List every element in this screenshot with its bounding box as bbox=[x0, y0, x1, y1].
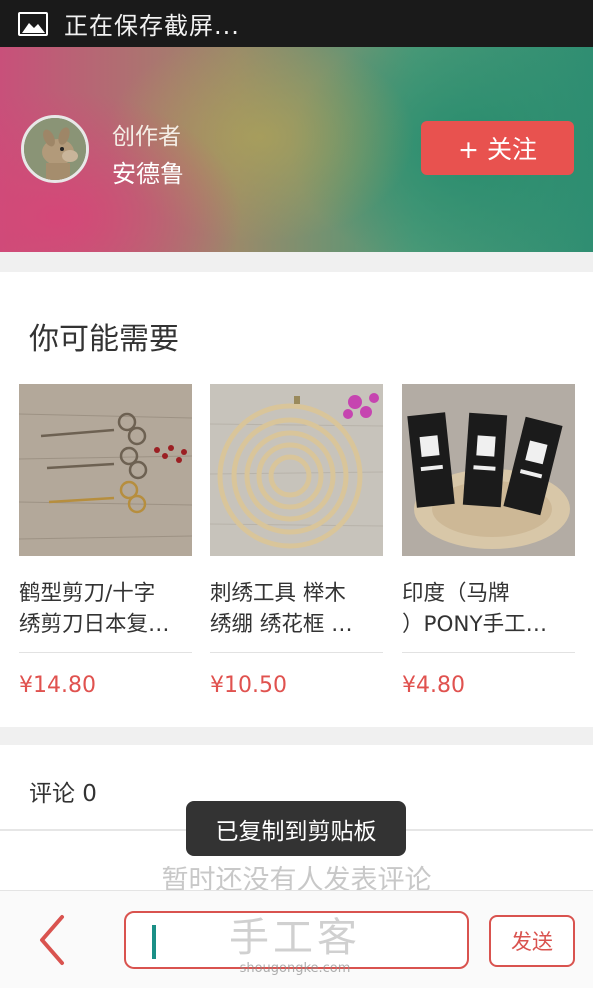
image-icon bbox=[18, 11, 48, 36]
creator-name[interactable]: 安德鲁 bbox=[112, 154, 184, 189]
product-card[interactable]: 刺绣工具 榉木 绣绷 绣花框 … ¥10.50 bbox=[210, 384, 383, 698]
product-card[interactable]: 鹤型剪刀/十字 绣剪刀日本复… ¥14.80 bbox=[19, 384, 192, 698]
product-name: 刺绣工具 榉木 绣绷 绣花框 … bbox=[210, 581, 353, 637]
comment-input[interactable] bbox=[124, 911, 469, 969]
comments-count: 评论 0 bbox=[29, 781, 97, 807]
divider bbox=[402, 652, 575, 653]
product-name: 鹤型剪刀/十字 绣剪刀日本复… bbox=[19, 581, 170, 637]
product-price: ¥4.80 bbox=[402, 673, 465, 698]
product-image-scissors bbox=[19, 384, 192, 556]
product-image-needles bbox=[402, 384, 575, 556]
back-button[interactable] bbox=[30, 913, 80, 967]
avatar[interactable] bbox=[21, 115, 89, 183]
comment-bar: 发送 bbox=[0, 890, 593, 988]
section-divider bbox=[0, 252, 593, 272]
creator-role: 创作者 bbox=[112, 124, 181, 150]
divider bbox=[210, 652, 383, 653]
follow-button[interactable]: + 关注 bbox=[421, 121, 574, 175]
product-price: ¥10.50 bbox=[210, 673, 287, 698]
product-card[interactable]: 印度（马牌 ）PONY手工… ¥4.80 bbox=[402, 384, 575, 698]
toast-message: 已复制到剪贴板 bbox=[186, 801, 406, 856]
send-button[interactable]: 发送 bbox=[489, 915, 575, 967]
product-name: 印度（马牌 ）PONY手工… bbox=[402, 581, 548, 637]
product-price: ¥14.80 bbox=[19, 673, 96, 698]
suggestions-title: 你可能需要 bbox=[29, 322, 179, 357]
product-image-hoops bbox=[210, 384, 383, 556]
status-bar: 正在保存截屏... bbox=[0, 0, 593, 47]
divider bbox=[19, 652, 192, 653]
text-cursor bbox=[152, 925, 156, 959]
chevron-left-icon bbox=[40, 915, 64, 965]
comment-text-field[interactable] bbox=[162, 921, 452, 961]
section-divider bbox=[0, 727, 593, 745]
status-text: 正在保存截屏... bbox=[64, 12, 240, 40]
author-banner: 创作者 安德鲁 + 关注 bbox=[0, 47, 593, 252]
